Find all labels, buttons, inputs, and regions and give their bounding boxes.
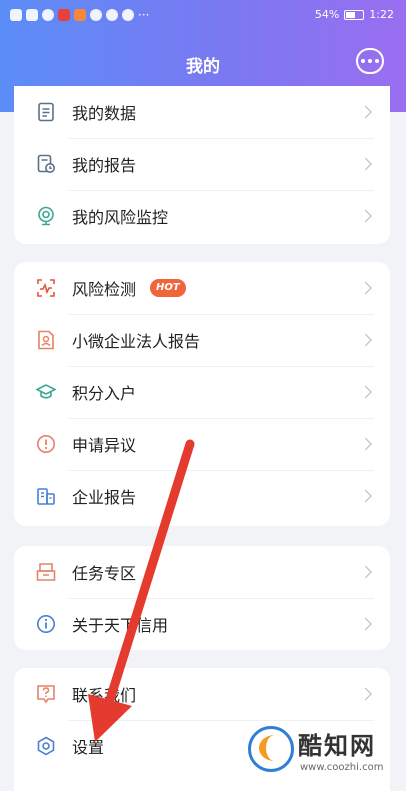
- watermark-url: www.coozhi.com: [300, 762, 384, 773]
- signal-icon: [26, 9, 38, 21]
- task-box-icon: [36, 563, 56, 581]
- menu-item-label: 积分入户: [72, 384, 137, 403]
- menu-item-points-household[interactable]: 积分入户: [14, 366, 390, 418]
- menu-item-label: 关于天下信用: [72, 616, 169, 635]
- camera-monitor-icon: [38, 206, 54, 226]
- menu-group-1: 我的数据 我的报告 我的风险监控: [14, 86, 390, 244]
- info-circle-icon: [37, 615, 55, 633]
- chevron-right-icon: [359, 333, 372, 347]
- menu-item-label: 申请异议: [72, 436, 137, 455]
- gear-hexagon-icon: [37, 736, 55, 756]
- exclamation-circle-icon: [37, 435, 55, 453]
- person-card-icon: [38, 330, 54, 350]
- more-dots-icon: ···: [138, 8, 150, 22]
- menu-item-small-business-report[interactable]: 小微企业法人报告: [14, 314, 390, 366]
- menu-item-my-report[interactable]: 我的报告: [14, 138, 390, 190]
- menu-item-risk-detect[interactable]: 风险检测 HOT: [14, 262, 390, 314]
- chevron-right-icon: [359, 281, 372, 295]
- sync-icon: [122, 9, 134, 21]
- chevron-right-icon: [359, 385, 372, 399]
- status-right: 54% 1:22: [315, 8, 394, 21]
- wifi-icon: [42, 9, 54, 21]
- menu-group-3: 任务专区 关于天下信用: [14, 546, 390, 650]
- menu-item-label: 我的数据: [72, 104, 137, 123]
- menu-item-objection[interactable]: 申请异议: [14, 418, 390, 470]
- page-title: 我的: [186, 57, 220, 77]
- menu-item-label: 企业报告: [72, 488, 137, 507]
- menu-item-label: 任务专区: [72, 564, 137, 583]
- graduation-cap-icon: [36, 384, 56, 399]
- chat-bubble-icon[interactable]: [356, 48, 384, 74]
- menu-item-label: 设置: [72, 738, 105, 757]
- menu-item-label: 我的报告: [72, 156, 137, 175]
- play-notification-icon: [74, 9, 86, 21]
- chevron-right-icon: [359, 687, 372, 701]
- battery-icon: [344, 9, 365, 20]
- status-bar: ··· 54% 1:22: [0, 0, 406, 32]
- chevron-right-icon: [359, 209, 372, 223]
- menu-group-2: 风险检测 HOT 小微企业法人报告 积分入户 申请异议 企业报告: [14, 262, 390, 526]
- question-box-icon: [37, 685, 55, 704]
- watermark-logo-icon: [248, 726, 294, 772]
- watermark-brand: 酷知网: [298, 732, 376, 760]
- network-icon: [10, 9, 22, 21]
- menu-item-risk-monitor[interactable]: 我的风险监控: [14, 190, 390, 242]
- location-icon: [90, 9, 102, 21]
- building-report-icon: [37, 488, 55, 505]
- menu-item-label: 我的风险监控: [72, 208, 169, 227]
- chevron-right-icon: [359, 617, 372, 631]
- hot-badge: HOT: [150, 279, 186, 297]
- clock: 1:22: [369, 8, 394, 21]
- chevron-right-icon: [359, 157, 372, 171]
- chevron-right-icon: [359, 489, 372, 503]
- notification-icon: [106, 9, 118, 21]
- menu-item-my-data[interactable]: 我的数据: [14, 86, 390, 138]
- menu-item-enterprise-report[interactable]: 企业报告: [14, 470, 390, 522]
- menu-item-label: 联系我们: [72, 686, 137, 705]
- menu-item-label: 小微企业法人报告: [72, 332, 201, 351]
- menu-item-label: 风险检测: [72, 280, 137, 299]
- battery-percent: 54%: [314, 8, 340, 21]
- status-icons: ···: [10, 9, 149, 21]
- chevron-right-icon: [359, 437, 372, 451]
- document-list-icon: [38, 102, 54, 122]
- app-notification-icon: [58, 9, 70, 21]
- risk-scan-icon: [37, 279, 55, 297]
- chevron-right-icon: [359, 565, 372, 579]
- chevron-right-icon: [359, 105, 372, 119]
- menu-item-task-zone[interactable]: 任务专区: [14, 546, 390, 598]
- report-clock-icon: [37, 154, 55, 173]
- menu-item-about[interactable]: 关于天下信用: [14, 598, 390, 650]
- menu-item-contact[interactable]: 联系我们: [14, 668, 390, 720]
- watermark: 酷知网 www.coozhi.com: [248, 722, 398, 786]
